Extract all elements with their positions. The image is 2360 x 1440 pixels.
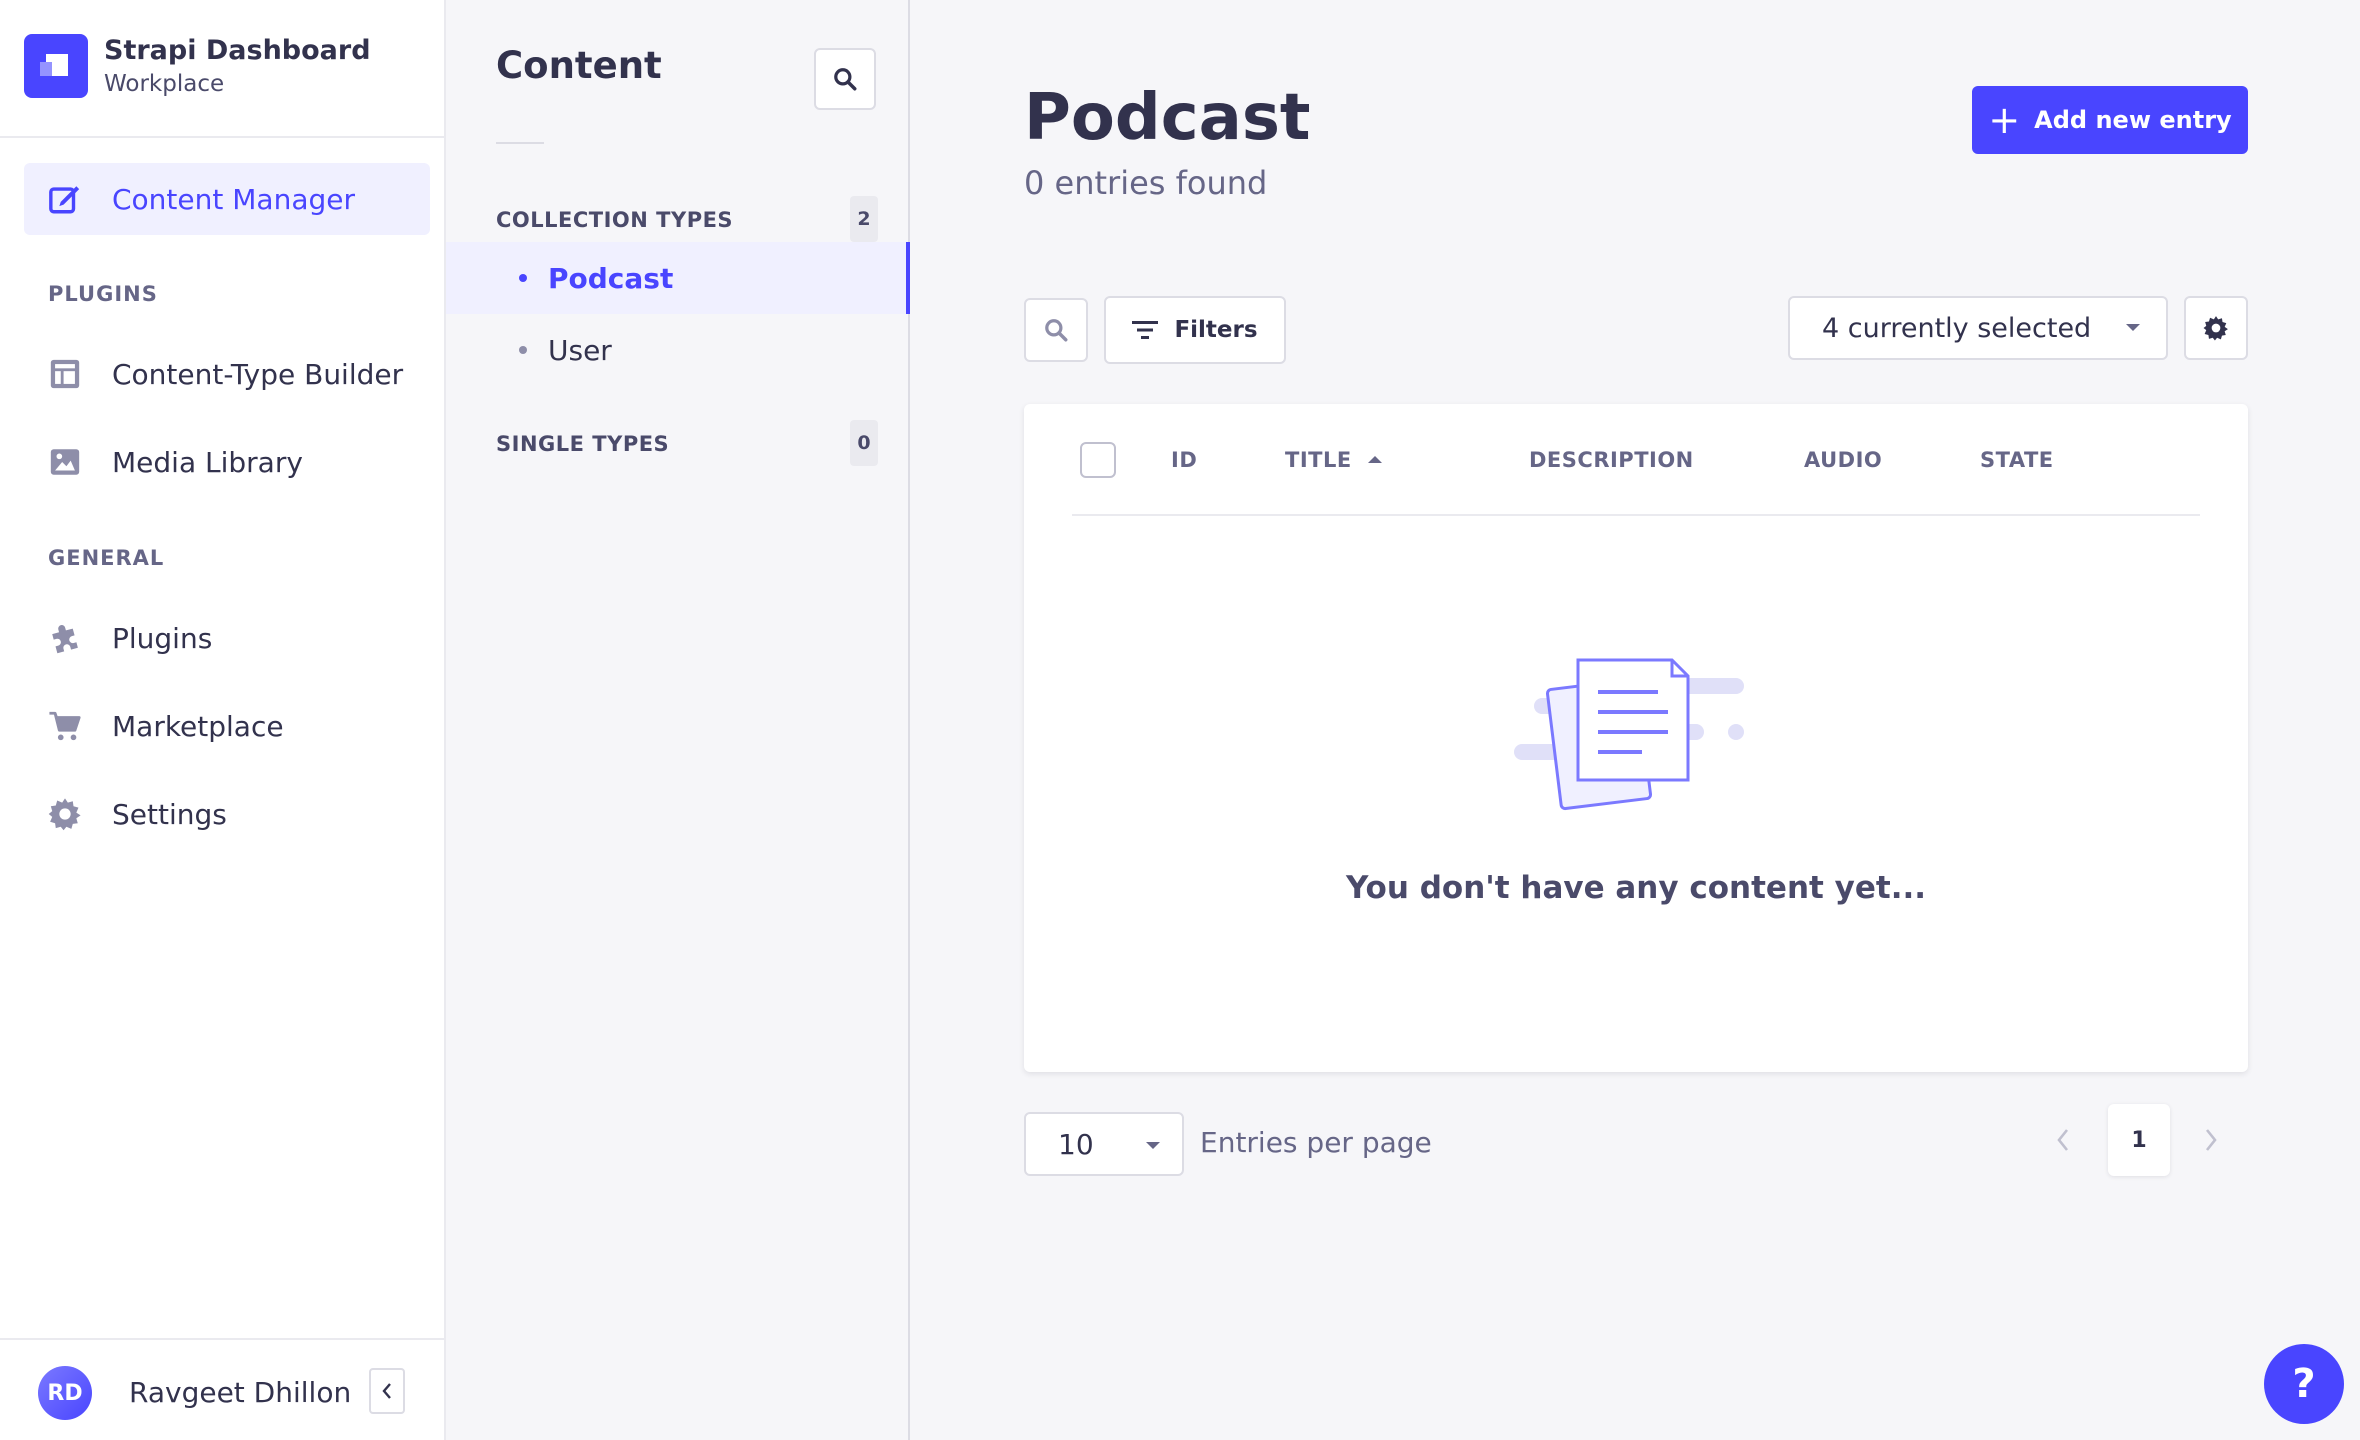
columns-select[interactable]: 4 currently selected bbox=[1788, 296, 2168, 360]
main-nav: Strapi Dashboard Workplace Content Manag… bbox=[0, 0, 446, 1440]
layout-icon bbox=[50, 359, 80, 389]
page-title: Podcast bbox=[1024, 81, 1311, 155]
subnav-title: Content bbox=[496, 44, 662, 87]
nav-item-label: Plugins bbox=[112, 621, 213, 655]
subnav-item-user[interactable]: User bbox=[446, 314, 908, 386]
subnav-item-label: Podcast bbox=[548, 261, 674, 295]
entries-table: ID TITLE DESCRIPTION AUDIO STATE You don… bbox=[1024, 404, 2248, 1072]
avatar[interactable]: RD bbox=[38, 1366, 92, 1420]
nav-item-label: Marketplace bbox=[112, 709, 284, 743]
gear-icon bbox=[2203, 316, 2228, 341]
single-types-heading[interactable]: SINGLE TYPES bbox=[496, 432, 669, 456]
nav-divider bbox=[0, 136, 444, 138]
subnav-item-podcast[interactable]: Podcast bbox=[446, 242, 910, 314]
subnav-divider bbox=[496, 142, 544, 144]
pencil-square-icon bbox=[49, 186, 80, 214]
entries-per-page-select[interactable]: 10 bbox=[1024, 1112, 1184, 1176]
nav-item-label: Settings bbox=[112, 797, 227, 831]
add-new-entry-button[interactable]: + Add new entry bbox=[1972, 86, 2248, 154]
bullet-icon bbox=[519, 346, 527, 354]
filters-button[interactable]: Filters bbox=[1104, 296, 1286, 364]
view-settings-button[interactable] bbox=[2184, 296, 2248, 360]
table-header-divider bbox=[1072, 404, 2200, 516]
cart-icon bbox=[49, 711, 81, 741]
search-icon bbox=[834, 68, 857, 91]
empty-state-message: You don't have any content yet... bbox=[1345, 870, 1927, 906]
table-search-button[interactable] bbox=[1024, 298, 1088, 362]
empty-documents-icon bbox=[1514, 658, 1744, 811]
page-number-current[interactable]: 1 bbox=[2108, 1104, 2170, 1176]
brand-subtitle: Workplace bbox=[104, 71, 225, 97]
nav-item-media-library[interactable]: Media Library bbox=[24, 426, 430, 498]
nav-section-plugins: PLUGINS bbox=[48, 282, 158, 306]
nav-section-general: GENERAL bbox=[48, 546, 165, 570]
content-subnav: Content COLLECTION TYPES 2 Podcast User … bbox=[446, 0, 910, 1440]
collection-types-count: 2 bbox=[850, 196, 878, 242]
nav-item-label: Content Manager bbox=[112, 182, 355, 216]
chevron-left-icon bbox=[382, 1383, 391, 1399]
image-icon bbox=[50, 449, 80, 475]
subnav-item-label: User bbox=[548, 333, 612, 367]
collapse-nav-button[interactable] bbox=[369, 1368, 405, 1414]
subnav-search-button[interactable] bbox=[814, 48, 876, 110]
filters-label: Filters bbox=[1174, 317, 1258, 343]
per-page-value: 10 bbox=[1058, 1127, 1094, 1161]
nav-item-content-manager[interactable]: Content Manager bbox=[24, 163, 430, 235]
nav-item-plugins[interactable]: Plugins bbox=[24, 602, 430, 674]
filter-icon bbox=[1132, 321, 1159, 339]
chevron-right-icon[interactable] bbox=[2204, 1128, 2218, 1152]
user-name[interactable]: Ravgeet Dhillon bbox=[129, 1376, 351, 1409]
nav-item-content-type-builder[interactable]: Content-Type Builder bbox=[24, 338, 430, 410]
nav-item-label: Media Library bbox=[112, 445, 303, 479]
caret-down-icon bbox=[2126, 324, 2140, 331]
brand[interactable]: Strapi Dashboard Workplace bbox=[24, 33, 371, 99]
bullet-icon bbox=[519, 274, 527, 282]
strapi-logo-icon bbox=[24, 34, 88, 98]
columns-select-value: 4 currently selected bbox=[1822, 312, 2092, 344]
collection-types-heading[interactable]: COLLECTION TYPES bbox=[496, 208, 733, 232]
nav-item-label: Content-Type Builder bbox=[112, 357, 404, 391]
nav-item-marketplace[interactable]: Marketplace bbox=[24, 690, 430, 762]
brand-title: Strapi Dashboard bbox=[104, 35, 371, 66]
search-icon bbox=[1045, 319, 1068, 342]
chevron-left-icon[interactable] bbox=[2056, 1128, 2070, 1152]
nav-item-settings[interactable]: Settings bbox=[24, 778, 430, 850]
gear-icon bbox=[48, 798, 81, 831]
help-button[interactable]: ? bbox=[2264, 1344, 2344, 1424]
entries-count: 0 entries found bbox=[1024, 164, 1268, 202]
user-bar: RD Ravgeet Dhillon bbox=[0, 1338, 444, 1440]
caret-down-icon bbox=[1146, 1142, 1160, 1149]
single-types-count: 0 bbox=[850, 420, 878, 466]
per-page-label: Entries per page bbox=[1200, 1126, 1432, 1159]
puzzle-icon bbox=[52, 625, 78, 654]
plus-icon: + bbox=[1988, 98, 2021, 142]
add-new-entry-label: Add new entry bbox=[2034, 106, 2232, 134]
